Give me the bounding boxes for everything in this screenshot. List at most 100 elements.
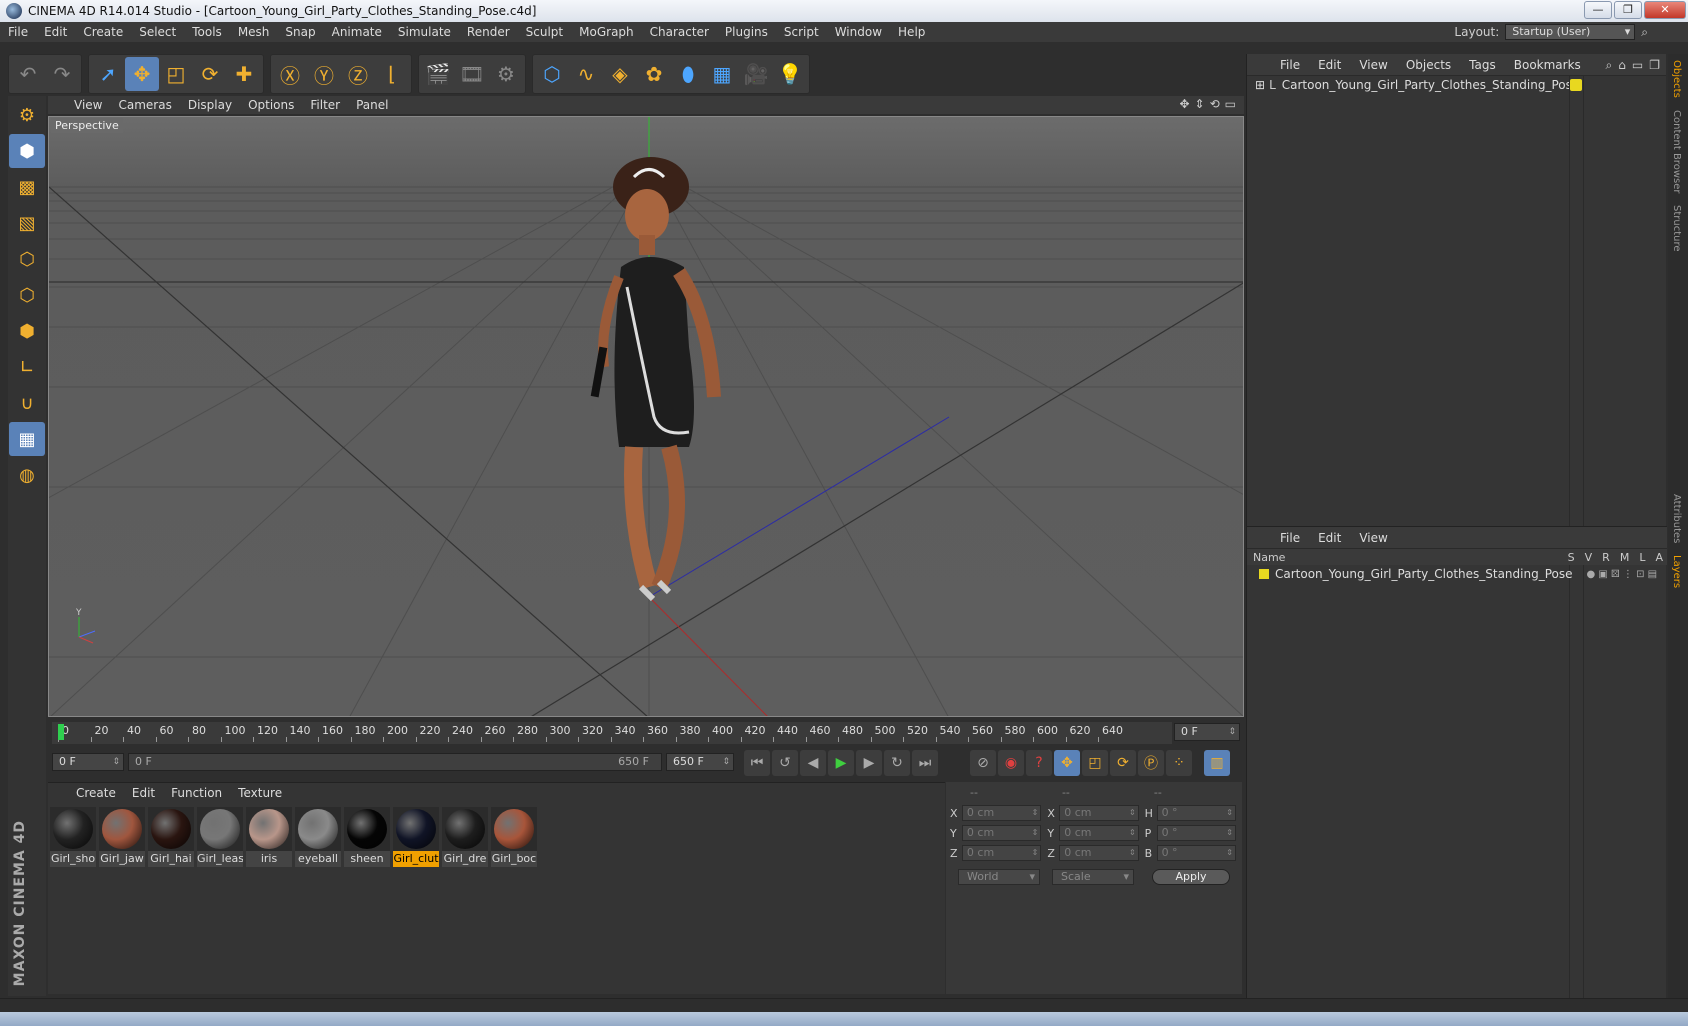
- rotation-h-field[interactable]: 0 °: [1156, 805, 1236, 821]
- add-tool-icon[interactable]: ✚: [227, 57, 261, 91]
- viewport-menu-display[interactable]: Display: [180, 98, 240, 112]
- workplane-mode-icon[interactable]: ▧: [9, 206, 45, 240]
- rotate-icon[interactable]: ⟳: [193, 57, 227, 91]
- material-item[interactable]: Girl_hai: [148, 807, 194, 867]
- position-y-field[interactable]: 0 cm: [961, 825, 1042, 841]
- size-x-field[interactable]: 0 cm: [1059, 805, 1139, 821]
- workplane-lock-icon[interactable]: ▦: [9, 422, 45, 456]
- key-parameter-icon[interactable]: Ⓟ: [1138, 750, 1164, 776]
- spline-icon[interactable]: ∿: [569, 57, 603, 91]
- x-axis-icon[interactable]: Ⓧ: [273, 57, 307, 91]
- render-picture-viewer-icon[interactable]: 🎞: [455, 57, 489, 91]
- viewport-menu-view[interactable]: View: [66, 98, 110, 112]
- expand-icon[interactable]: ⊞: [1255, 78, 1265, 92]
- scale-icon[interactable]: ◰: [159, 57, 193, 91]
- search-icon[interactable]: ⌕: [1606, 58, 1613, 73]
- objects-menu-objects[interactable]: Objects: [1397, 58, 1460, 72]
- current-frame-field[interactable]: 0 F: [1174, 723, 1240, 741]
- nurbs-icon[interactable]: ◈: [603, 57, 637, 91]
- objects-menu-tags[interactable]: Tags: [1460, 58, 1505, 72]
- next-frame-icon[interactable]: ▶: [856, 750, 882, 776]
- layer-color-swatch[interactable]: [1259, 569, 1269, 579]
- coordinate-system-icon[interactable]: ⌊: [375, 57, 409, 91]
- size-z-field[interactable]: 0 cm: [1059, 845, 1139, 861]
- key-scale-icon[interactable]: ◰: [1082, 750, 1108, 776]
- coordinate-mode-select[interactable]: World: [958, 869, 1041, 885]
- size-y-field[interactable]: 0 cm: [1059, 825, 1139, 841]
- layout-select[interactable]: Startup (User): [1505, 24, 1636, 40]
- snap-icon[interactable]: ◍: [9, 458, 45, 492]
- axis-mode-icon[interactable]: ∟: [9, 350, 45, 384]
- record-disabled-icon[interactable]: ⊘: [970, 750, 996, 776]
- material-menu-create[interactable]: Create: [68, 786, 124, 800]
- render-view-icon[interactable]: 🎬: [421, 57, 455, 91]
- material-item[interactable]: Girl_sho: [50, 807, 96, 867]
- menu-snap[interactable]: Snap: [277, 25, 323, 39]
- viewport-menu-filter[interactable]: Filter: [302, 98, 348, 112]
- magnet-icon[interactable]: ∪: [9, 386, 45, 420]
- cube-icon[interactable]: ⬡: [535, 57, 569, 91]
- zoom-icon[interactable]: ⇕: [1195, 97, 1205, 111]
- previous-key-icon[interactable]: ↺: [772, 750, 798, 776]
- menu-mesh[interactable]: Mesh: [230, 25, 278, 39]
- start-frame-field[interactable]: 0 F: [52, 753, 124, 771]
- play-icon[interactable]: ▶: [828, 750, 854, 776]
- layer-row[interactable]: Cartoon_Young_Girl_Party_Clothes_Standin…: [1247, 565, 1667, 583]
- menu-simulate[interactable]: Simulate: [390, 25, 459, 39]
- go-to-end-icon[interactable]: ⏭: [912, 750, 938, 776]
- close-button[interactable]: ✕: [1644, 1, 1686, 19]
- frame-range-slider[interactable]: 0 F 650 F: [128, 753, 662, 771]
- rotation-p-field[interactable]: 0 °: [1156, 825, 1236, 841]
- material-item[interactable]: eyeball: [295, 807, 341, 867]
- playhead-marker[interactable]: [58, 724, 64, 740]
- rotation-b-field[interactable]: 0 °: [1156, 845, 1236, 861]
- menu-script[interactable]: Script: [776, 25, 827, 39]
- material-item[interactable]: sheen: [344, 807, 390, 867]
- menu-character[interactable]: Character: [642, 25, 717, 39]
- tab-attributes[interactable]: Attributes: [1668, 488, 1685, 549]
- home-icon[interactable]: ⌂: [1618, 58, 1626, 73]
- maximize-view-icon[interactable]: ▭: [1225, 97, 1236, 111]
- key-point-level-icon[interactable]: ⁘: [1166, 750, 1192, 776]
- floor-icon[interactable]: ▦: [705, 57, 739, 91]
- position-x-field[interactable]: 0 cm: [961, 805, 1042, 821]
- object-tree-item[interactable]: ⊞ L Cartoon_Young_Girl_Party_Clothes_Sta…: [1247, 76, 1666, 94]
- menu-help[interactable]: Help: [890, 25, 933, 39]
- material-menu-texture[interactable]: Texture: [230, 786, 290, 800]
- orbit-icon[interactable]: ⟲: [1210, 97, 1220, 111]
- menu-render[interactable]: Render: [459, 25, 518, 39]
- texture-mode-icon[interactable]: ▩: [9, 170, 45, 204]
- autokey-help-icon[interactable]: ?: [1026, 750, 1052, 776]
- timeline-window-icon[interactable]: ▥: [1204, 750, 1230, 776]
- menu-file[interactable]: File: [0, 25, 36, 39]
- collapse-icon[interactable]: ▭: [1632, 58, 1643, 73]
- menu-plugins[interactable]: Plugins: [717, 25, 776, 39]
- tab-structure[interactable]: Structure: [1668, 199, 1685, 258]
- transform-mode-select[interactable]: Scale: [1052, 869, 1135, 885]
- perspective-viewport[interactable]: Y Perspective: [48, 116, 1244, 717]
- key-position-icon[interactable]: ✥: [1054, 750, 1080, 776]
- apply-button[interactable]: Apply: [1152, 869, 1230, 885]
- live-selection-icon[interactable]: ➚: [91, 57, 125, 91]
- new-window-icon[interactable]: ❐: [1649, 58, 1660, 73]
- search-icon[interactable]: ⌕: [1641, 25, 1648, 40]
- objects-menu-bookmarks[interactable]: Bookmarks: [1505, 58, 1590, 72]
- material-item[interactable]: Girl_jaw: [99, 807, 145, 867]
- z-axis-icon[interactable]: Ⓩ: [341, 57, 375, 91]
- array-icon[interactable]: ✿: [637, 57, 671, 91]
- menu-create[interactable]: Create: [75, 25, 131, 39]
- make-editable-icon[interactable]: ⚙: [9, 98, 45, 132]
- menu-tools[interactable]: Tools: [184, 25, 230, 39]
- timeline-ruler[interactable]: 0 20 40 60 80 100 120 140 160 180 200 220 240 260 280 3…: [52, 722, 1172, 744]
- polygons-mode-icon[interactable]: ⬢: [9, 314, 45, 348]
- minimize-button[interactable]: —: [1584, 1, 1612, 19]
- deformer-icon[interactable]: ⬮: [671, 57, 705, 91]
- material-menu-edit[interactable]: Edit: [124, 786, 163, 800]
- tab-layers[interactable]: Layers: [1668, 549, 1685, 594]
- viewport-menu-cameras[interactable]: Cameras: [110, 98, 179, 112]
- menu-mograph[interactable]: MoGraph: [571, 25, 642, 39]
- material-item-selected[interactable]: Girl_clut: [393, 807, 439, 867]
- redo-icon[interactable]: ↷: [45, 57, 79, 91]
- viewport-menu-options[interactable]: Options: [240, 98, 302, 112]
- restore-button[interactable]: ❐: [1614, 1, 1642, 19]
